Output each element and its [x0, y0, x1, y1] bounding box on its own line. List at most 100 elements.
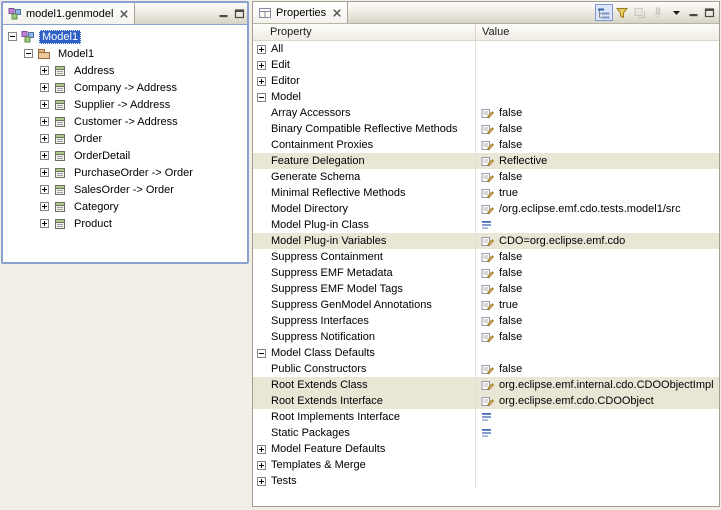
property-value-cell[interactable]: CDO=org.eclipse.emf.cdo	[476, 233, 719, 249]
property-row[interactable]: Containment Proxiesfalse	[253, 137, 719, 153]
expand-icon[interactable]	[40, 168, 49, 177]
property-value-cell[interactable]: false	[476, 313, 719, 329]
expand-icon[interactable]	[257, 461, 266, 470]
tree-item[interactable]: SalesOrder -> Order	[3, 181, 247, 198]
tree-item[interactable]: Company -> Address	[3, 79, 247, 96]
property-value-cell[interactable]	[476, 217, 719, 233]
property-row[interactable]: Model Plug-in VariablesCDO=org.eclipse.e…	[253, 233, 719, 249]
expand-icon[interactable]	[40, 83, 49, 92]
show-categories-icon[interactable]	[595, 4, 613, 21]
tree-item[interactable]: Customer -> Address	[3, 113, 247, 130]
expand-icon[interactable]	[257, 77, 266, 86]
expand-icon[interactable]	[257, 445, 266, 454]
expand-icon[interactable]	[257, 61, 266, 70]
collapse-icon[interactable]	[257, 349, 266, 358]
property-label: Templates & Merge	[271, 459, 366, 471]
property-row[interactable]: Binary Compatible Reflective Methodsfals…	[253, 121, 719, 137]
tree-item[interactable]: Product	[3, 215, 247, 232]
expand-icon[interactable]	[40, 117, 49, 126]
property-value-cell[interactable]: Reflective	[476, 153, 719, 169]
close-icon[interactable]	[333, 9, 341, 17]
collapse-icon[interactable]	[8, 32, 17, 41]
expand-icon[interactable]	[257, 477, 266, 486]
expand-icon[interactable]	[40, 151, 49, 160]
property-value-cell[interactable]: org.eclipse.emf.cdo.CDOObject	[476, 393, 719, 409]
show-advanced-properties-icon[interactable]	[613, 4, 631, 21]
property-value-cell[interactable]: true	[476, 185, 719, 201]
property-value-cell[interactable]: false	[476, 249, 719, 265]
tree-item[interactable]: Category	[3, 198, 247, 215]
property-category-row[interactable]: All	[253, 41, 719, 57]
property-row[interactable]: Static Packages	[253, 425, 719, 441]
collapse-icon[interactable]	[257, 93, 266, 102]
property-value-cell[interactable]: true	[476, 297, 719, 313]
column-header-property[interactable]: Property	[253, 24, 476, 40]
property-category-row[interactable]: Editor	[253, 73, 719, 89]
property-name-cell: Containment Proxies	[253, 137, 476, 153]
property-row[interactable]: Model Plug-in Class	[253, 217, 719, 233]
tree-item-label: Order	[71, 132, 105, 146]
maximize-icon[interactable]	[701, 4, 717, 21]
property-category-row[interactable]: Edit	[253, 57, 719, 73]
property-row[interactable]: Model Directory/org.eclipse.emf.cdo.test…	[253, 201, 719, 217]
property-row[interactable]: Root Implements Interface	[253, 409, 719, 425]
property-row[interactable]: Suppress EMF Model Tagsfalse	[253, 281, 719, 297]
property-category-row[interactable]: Model Class Defaults	[253, 345, 719, 361]
property-value-cell[interactable]: false	[476, 121, 719, 137]
property-category-row[interactable]: Templates & Merge	[253, 457, 719, 473]
property-row[interactable]: Root Extends Interfaceorg.eclipse.emf.cd…	[253, 393, 719, 409]
expand-icon[interactable]	[257, 45, 266, 54]
property-row[interactable]: Minimal Reflective Methodstrue	[253, 185, 719, 201]
property-value-cell[interactable]: false	[476, 169, 719, 185]
property-row[interactable]: Suppress GenModel Annotationstrue	[253, 297, 719, 313]
tree-item[interactable]: Address	[3, 62, 247, 79]
close-icon[interactable]	[120, 10, 128, 18]
minimize-icon[interactable]	[215, 5, 231, 22]
property-value-cell[interactable]: false	[476, 281, 719, 297]
property-value-cell[interactable]: false	[476, 265, 719, 281]
tree-item[interactable]: PurchaseOrder -> Order	[3, 164, 247, 181]
column-header-value[interactable]: Value	[476, 24, 719, 40]
property-row[interactable]: Suppress Containmentfalse	[253, 249, 719, 265]
property-value-cell[interactable]: false	[476, 329, 719, 345]
property-row[interactable]: Public Constructorsfalse	[253, 361, 719, 377]
property-value-cell[interactable]: false	[476, 105, 719, 121]
property-value-cell[interactable]	[476, 425, 719, 441]
expand-icon[interactable]	[40, 100, 49, 109]
tree-item[interactable]: Order	[3, 130, 247, 147]
property-category-row[interactable]: Tests	[253, 473, 719, 489]
tree-item[interactable]: OrderDetail	[3, 147, 247, 164]
tab-properties[interactable]: Properties	[253, 2, 348, 23]
property-row[interactable]: Suppress Notificationfalse	[253, 329, 719, 345]
property-row[interactable]: Feature DelegationReflective	[253, 153, 719, 169]
minimize-icon[interactable]	[685, 4, 701, 21]
value-pencil-icon	[481, 363, 494, 375]
expand-icon[interactable]	[40, 66, 49, 75]
property-name-cell: Static Packages	[253, 425, 476, 441]
collapse-icon[interactable]	[24, 49, 33, 58]
property-row[interactable]: Root Extends Classorg.eclipse.emf.intern…	[253, 377, 719, 393]
property-value-cell[interactable]: org.eclipse.emf.internal.cdo.CDOObjectIm…	[476, 377, 719, 393]
expand-icon[interactable]	[40, 202, 49, 211]
property-value-cell[interactable]: /org.eclipse.emf.cdo.tests.model1/src	[476, 201, 719, 217]
expand-icon[interactable]	[40, 185, 49, 194]
property-value-cell[interactable]: false	[476, 137, 719, 153]
property-value-cell[interactable]: false	[476, 361, 719, 377]
property-value-cell	[476, 473, 719, 489]
property-row[interactable]: Generate Schemafalse	[253, 169, 719, 185]
property-category-row[interactable]: Model	[253, 89, 719, 105]
property-name-cell: Suppress EMF Model Tags	[253, 281, 476, 297]
maximize-icon[interactable]	[231, 5, 247, 22]
property-value-cell[interactable]	[476, 409, 719, 425]
property-row[interactable]: Suppress Interfacesfalse	[253, 313, 719, 329]
view-menu-icon[interactable]	[667, 4, 685, 21]
tab-model1-genmodel[interactable]: model1.genmodel	[3, 3, 135, 24]
expand-icon[interactable]	[40, 134, 49, 143]
tree-item[interactable]: Model1	[3, 45, 247, 62]
tree-item[interactable]: Supplier -> Address	[3, 96, 247, 113]
property-category-row[interactable]: Model Feature Defaults	[253, 441, 719, 457]
property-row[interactable]: Suppress EMF Metadatafalse	[253, 265, 719, 281]
expand-icon[interactable]	[40, 219, 49, 228]
tree-item[interactable]: Model1	[3, 28, 247, 45]
property-row[interactable]: Array Accessorsfalse	[253, 105, 719, 121]
